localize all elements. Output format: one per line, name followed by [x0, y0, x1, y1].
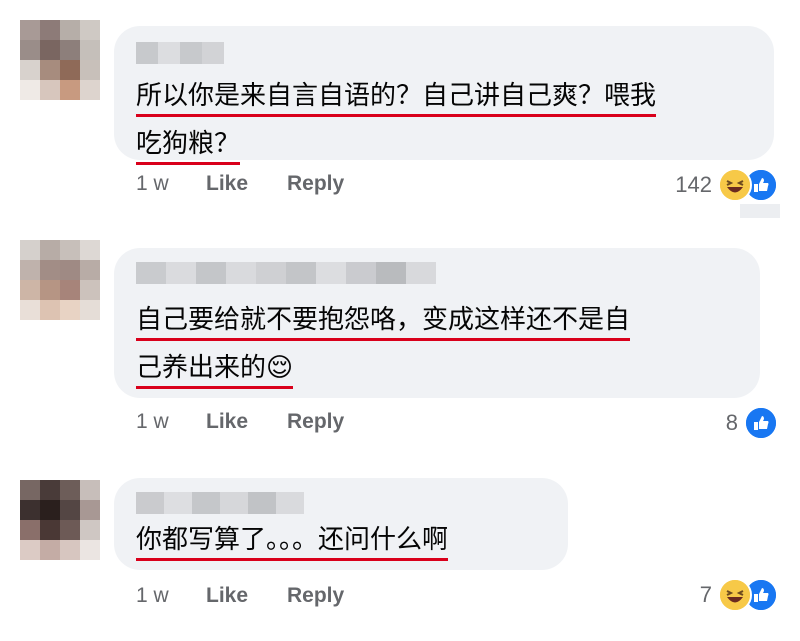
like-button[interactable]: Like [206, 172, 248, 196]
comment-timestamp[interactable]: 1 w [136, 172, 169, 196]
haha-icon [718, 168, 752, 202]
author-name-blurred[interactable] [136, 42, 224, 64]
comment-timestamp[interactable]: 1 w [136, 410, 169, 434]
reaction-count: 7 [699, 582, 712, 607]
author-name-blurred[interactable] [136, 262, 436, 284]
reaction-count: 142 [675, 172, 712, 197]
comment-line: 自己要给就不要抱怨咯，变成这样还不是自 [136, 302, 631, 341]
blur-patch [740, 204, 780, 218]
like-button[interactable]: Like [206, 584, 248, 608]
haha-icon [718, 578, 752, 612]
reaction-count: 8 [725, 410, 738, 435]
like-button[interactable]: Like [206, 410, 248, 434]
comment-line: 己养出来的😌 [136, 350, 294, 389]
comment-bubble: 你都写算了。。。还问什么啊 [114, 478, 568, 570]
reaction-summary[interactable]: 142 [675, 168, 778, 202]
comment-line: 所以你是来自言自语的？自己讲自己爽？喂我 [136, 78, 657, 117]
comment-line: 吃狗粮？ [136, 126, 241, 165]
reply-button[interactable]: Reply [287, 172, 344, 196]
avatar[interactable] [20, 20, 100, 100]
comment-text: 所以你是来自言自语的？自己讲自己爽？喂我 吃狗粮？ [136, 72, 657, 168]
author-name-blurred[interactable] [136, 492, 304, 514]
avatar[interactable] [20, 240, 100, 320]
reply-button[interactable]: Reply [287, 584, 344, 608]
comment-bubble: 所以你是来自言自语的？自己讲自己爽？喂我 吃狗粮？ [114, 26, 774, 165]
comment-text: 你都写算了。。。还问什么啊 [136, 516, 449, 564]
reply-button[interactable]: Reply [287, 410, 344, 434]
like-icon [744, 406, 778, 440]
reaction-summary[interactable]: 8 [726, 406, 778, 440]
comment-timestamp[interactable]: 1 w [136, 584, 169, 608]
avatar[interactable] [20, 480, 100, 560]
comment-text: 自己要给就不要抱怨咯，变成这样还不是自 己养出来的😌 [136, 296, 631, 392]
comment-bubble: 自己要给就不要抱怨咯，变成这样还不是自 己养出来的😌 [114, 248, 760, 398]
comment-line: 你都写算了。。。还问什么啊 [136, 522, 449, 561]
reaction-summary[interactable]: 7 [700, 578, 778, 612]
